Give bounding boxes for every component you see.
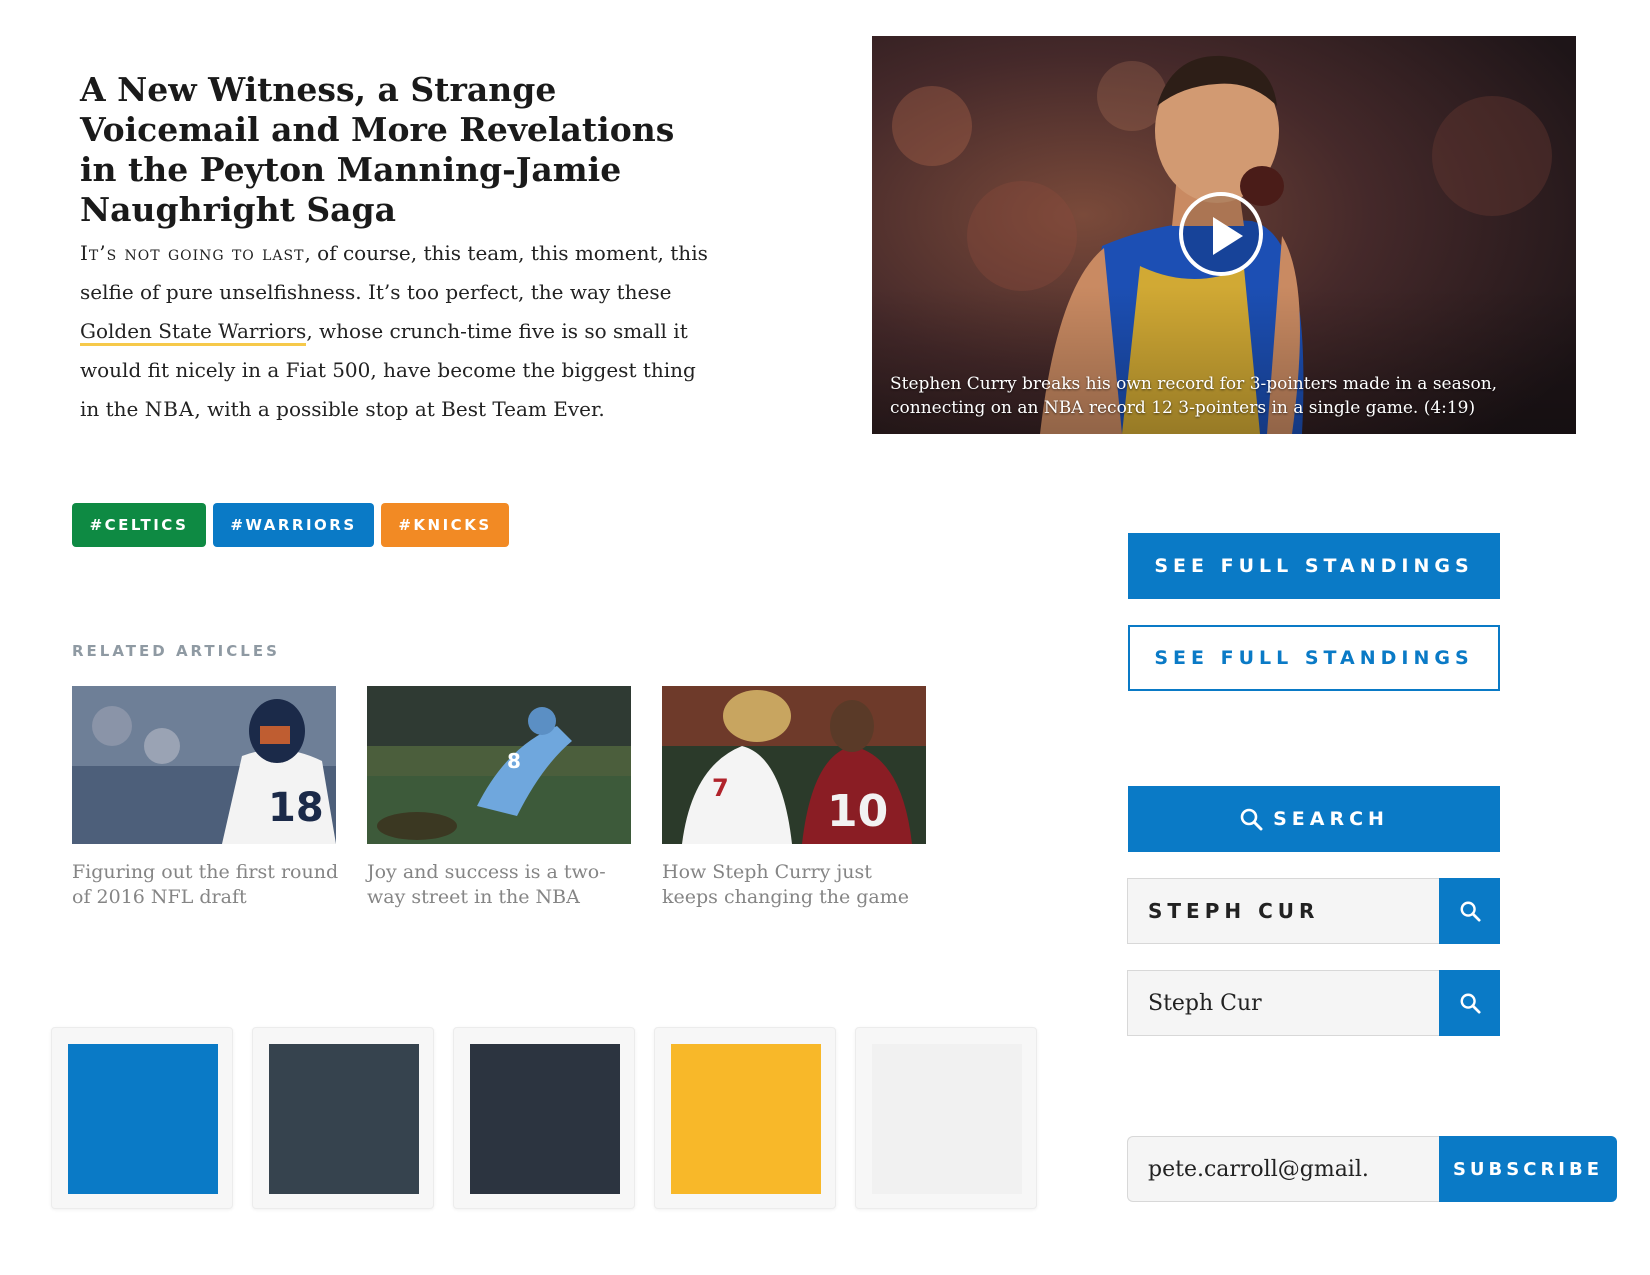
lede-smallcaps: It’s not going to last: [80, 241, 305, 265]
see-full-standings-outline-button[interactable]: SEE FULL STANDINGS: [1128, 625, 1500, 691]
play-button[interactable]: [1179, 192, 1263, 276]
search-button[interactable]: SEARCH: [1128, 786, 1500, 852]
swatch-card-5: [855, 1027, 1037, 1209]
search-input-serif[interactable]: [1148, 990, 1428, 1016]
svg-text:7: 7: [712, 774, 729, 802]
search-input-caps[interactable]: [1148, 899, 1428, 923]
email-input[interactable]: [1148, 1156, 1368, 1182]
search-field-caps[interactable]: [1127, 878, 1439, 944]
article-headline: A New Witness, a Strange Voicemail and M…: [80, 70, 675, 229]
lede-nba: NBA: [144, 397, 195, 421]
tag-knicks[interactable]: #KNICKS: [381, 503, 509, 547]
see-full-standings-button[interactable]: SEE FULL STANDINGS: [1128, 533, 1500, 599]
swatch-card-1: [51, 1027, 233, 1209]
related-title-3[interactable]: How Steph Curry just keeps changing the …: [662, 860, 932, 910]
related-image-3: 10 7: [662, 686, 926, 844]
swatch-brand-blue: [68, 1044, 218, 1194]
related-thumb-1[interactable]: 18: [72, 686, 336, 844]
related-title-2[interactable]: Joy and success is a two-way street in t…: [367, 860, 637, 910]
svg-text:18: 18: [268, 785, 324, 831]
search-field-serif[interactable]: [1127, 970, 1439, 1036]
related-title-1[interactable]: Figuring out the first round of 2016 NFL…: [72, 860, 342, 910]
related-articles-heading: RELATED ARTICLES: [72, 642, 280, 660]
search-icon: [1460, 901, 1481, 922]
search-button-label: SEARCH: [1273, 808, 1389, 830]
search-submit-button-2[interactable]: [1439, 970, 1500, 1036]
svg-text:10: 10: [827, 786, 888, 837]
video-caption: Stephen Curry breaks his own record for …: [890, 374, 1498, 418]
search-icon: [1460, 993, 1481, 1014]
search-submit-button-1[interactable]: [1439, 878, 1500, 944]
email-field[interactable]: [1127, 1136, 1439, 1202]
related-image-2: 8: [367, 686, 631, 844]
related-thumb-3[interactable]: 10 7: [662, 686, 926, 844]
swatch-card-4: [654, 1027, 836, 1209]
swatch-light-gray: [872, 1044, 1022, 1194]
related-image-1: 18: [72, 686, 336, 844]
swatch-charcoal: [470, 1044, 620, 1194]
play-icon: [1213, 217, 1243, 255]
swatch-yellow: [671, 1044, 821, 1194]
swatch-slate: [269, 1044, 419, 1194]
article-lede: It’s not going to last, of course, this …: [80, 234, 720, 429]
subscribe-button[interactable]: SUBSCRIBE: [1439, 1136, 1617, 1202]
search-icon: [1240, 808, 1263, 831]
warriors-link[interactable]: Golden State Warriors: [80, 319, 307, 346]
swatch-card-2: [252, 1027, 434, 1209]
svg-text:8: 8: [507, 749, 521, 773]
tag-celtics[interactable]: #CELTICS: [72, 503, 206, 547]
tag-warriors[interactable]: #WARRIORS: [213, 503, 374, 547]
video-player[interactable]: Stephen Curry breaks his own record for …: [872, 36, 1576, 434]
related-thumb-2[interactable]: 8: [367, 686, 631, 844]
lede-text-3: , with a possible stop at Best Team Ever…: [194, 397, 605, 421]
swatch-card-3: [453, 1027, 635, 1209]
